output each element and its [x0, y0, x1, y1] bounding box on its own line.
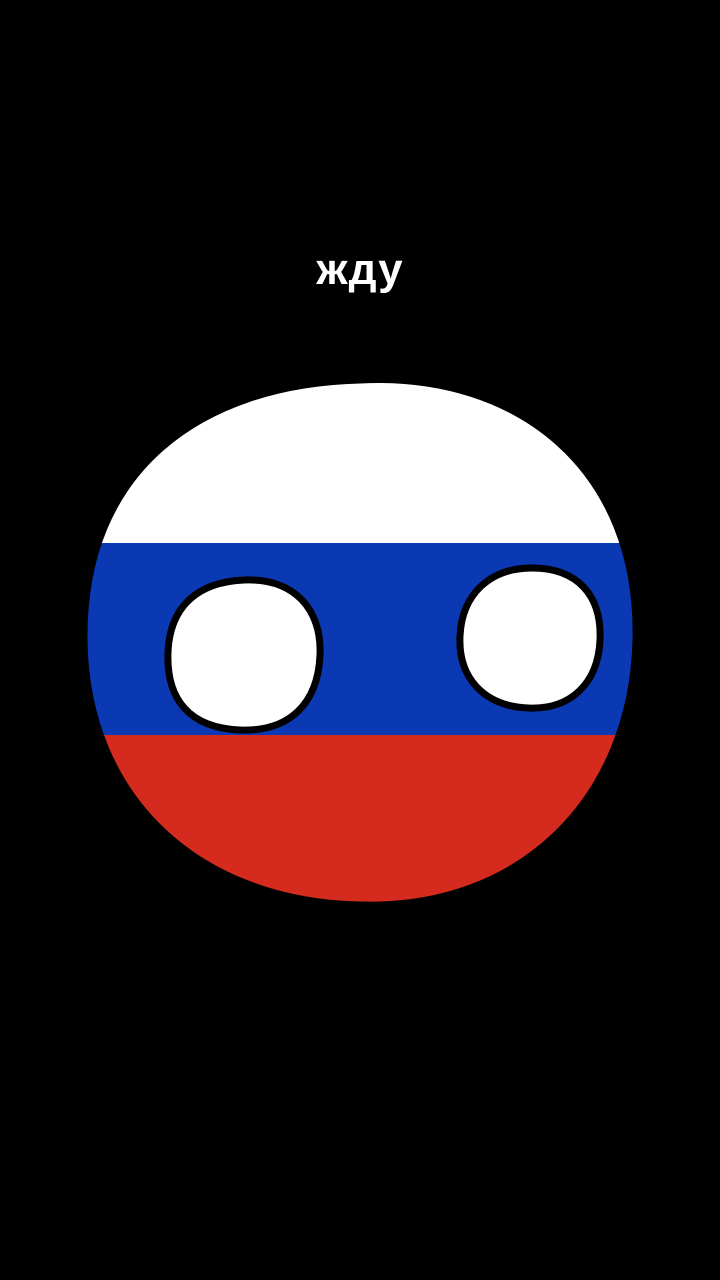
right-eye-icon	[456, 564, 604, 712]
video-frame: жду	[0, 0, 720, 1280]
flag-stripe-blue	[83, 543, 637, 735]
left-eye-icon	[164, 576, 324, 734]
flag-stripe-red	[83, 735, 637, 906]
russia-countryball-icon	[80, 376, 640, 909]
